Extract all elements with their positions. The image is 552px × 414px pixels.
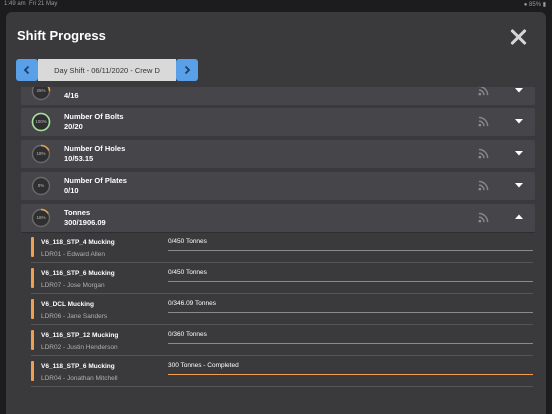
status-bar-indicator (31, 299, 34, 319)
progress-percent: 18% (36, 151, 46, 156)
status-time: 1:49 am Fri 21 May (4, 1, 58, 7)
rss-icon[interactable] (478, 180, 489, 191)
rss-icon[interactable] (478, 87, 489, 96)
task-operator: LDR07 - Jose Morgan (41, 282, 105, 289)
task-progress-track (168, 312, 533, 313)
progress-percent: 25% (36, 88, 46, 93)
progress-percent: 16% (36, 215, 46, 220)
divider (31, 386, 533, 387)
shift-selector: Day Shift - 06/11/2020 - Crew D (16, 59, 198, 81)
task-row[interactable]: V6_118_STP_4 Mucking LDR01 - Edward Alle… (21, 233, 535, 263)
status-battery: ● 85% ▮ (523, 2, 546, 8)
chevron-right-icon (184, 65, 191, 75)
task-row[interactable]: V6_DCL Mucking LDR06 - Jane Sanders 0/34… (21, 295, 535, 325)
chevron-down-icon[interactable] (515, 118, 523, 124)
previous-shift-button[interactable] (16, 59, 38, 81)
task-operator: LDR02 - Justin Henderson (41, 344, 118, 351)
task-progress-track (168, 374, 533, 375)
chevron-down-icon[interactable] (515, 87, 523, 93)
task-row[interactable]: V6_118_STP_6 Mucking LDR04 - Jonathan Mi… (21, 357, 535, 387)
divider (31, 262, 533, 263)
task-progress-text: 0/346.09 Tonnes (168, 300, 216, 307)
close-icon[interactable] (510, 28, 528, 46)
task-progress-track (168, 343, 533, 344)
chevron-left-icon (23, 65, 30, 75)
task-progress-track (168, 250, 533, 251)
rss-icon[interactable] (478, 148, 489, 159)
task-row[interactable]: V6_116_STP_6 Mucking LDR07 - Jose Morgan… (21, 264, 535, 294)
shift-progress-modal: Shift Progress Day Shift - 06/11/2020 - … (6, 12, 546, 414)
category-row[interactable]: 18% Number Of Holes 10/53.15 (21, 140, 535, 168)
page-title: Shift Progress (17, 28, 106, 43)
task-progress-track (168, 281, 533, 282)
task-operator: LDR06 - Jane Sanders (41, 313, 108, 320)
category-row[interactable]: 0% Number Of Plates 0/10 (21, 172, 535, 200)
category-value: 4/16 (64, 91, 79, 100)
status-bar-indicator (31, 361, 34, 381)
task-progress-text: 0/450 Tonnes (168, 269, 207, 276)
chevron-up-icon[interactable] (515, 214, 523, 220)
category-name: Number Of Plates (64, 176, 127, 185)
category-row[interactable]: 100% Number Of Bolts 20/20 (21, 108, 535, 136)
progress-percent: 100% (35, 119, 47, 124)
category-name: Number Of Holes (64, 144, 126, 153)
task-progress-text: 0/450 Tonnes (168, 238, 207, 245)
category-value: 20/20 (64, 122, 83, 131)
status-bar-indicator (31, 268, 34, 288)
category-value: 300/1906.09 (64, 218, 106, 227)
divider (31, 355, 533, 356)
category-value: 10/53.15 (64, 154, 94, 163)
rss-icon[interactable] (478, 116, 489, 127)
progress-percent: 0% (37, 183, 45, 188)
category-value: 0/10 (64, 186, 79, 195)
task-operator: LDR01 - Edward Allen (41, 251, 105, 258)
task-progress-fill (168, 374, 533, 375)
task-name: V6_116_STP_12 Mucking (41, 332, 119, 339)
chevron-down-icon[interactable] (515, 150, 523, 156)
divider (31, 324, 533, 325)
status-bar: 1:49 am Fri 21 May ● 85% ▮ (0, 0, 552, 10)
next-shift-button[interactable] (176, 59, 198, 81)
category-name: Tonnes (64, 208, 91, 217)
task-name: V6_118_STP_4 Mucking (41, 239, 115, 246)
chevron-down-icon[interactable] (515, 182, 523, 188)
rss-icon[interactable] (478, 212, 489, 223)
status-bar-indicator (31, 237, 34, 257)
category-row[interactable]: 25% 4/16 (21, 87, 535, 105)
category-name: Number Of Bolts (64, 112, 124, 121)
category-row-expanded[interactable]: 16% Tonnes 300/1906.09 (21, 204, 535, 232)
progress-list: 25% 4/16 100% Number Of Bolts 20/20 18% … (21, 87, 535, 414)
task-progress-text: 0/360 Tonnes (168, 331, 207, 338)
task-row[interactable]: V6_116_STP_12 Mucking LDR02 - Justin Hen… (21, 326, 535, 356)
task-progress-text: 300 Tonnes - Completed (168, 362, 239, 369)
shift-label: Day Shift - 06/11/2020 - Crew D (38, 59, 176, 81)
task-name: V6_DCL Mucking (41, 301, 94, 308)
status-bar-indicator (31, 330, 34, 350)
task-operator: LDR04 - Jonathan Mitchell (41, 375, 118, 382)
divider (31, 293, 533, 294)
task-name: V6_118_STP_6 Mucking (41, 363, 115, 370)
task-name: V6_116_STP_6 Mucking (41, 270, 115, 277)
